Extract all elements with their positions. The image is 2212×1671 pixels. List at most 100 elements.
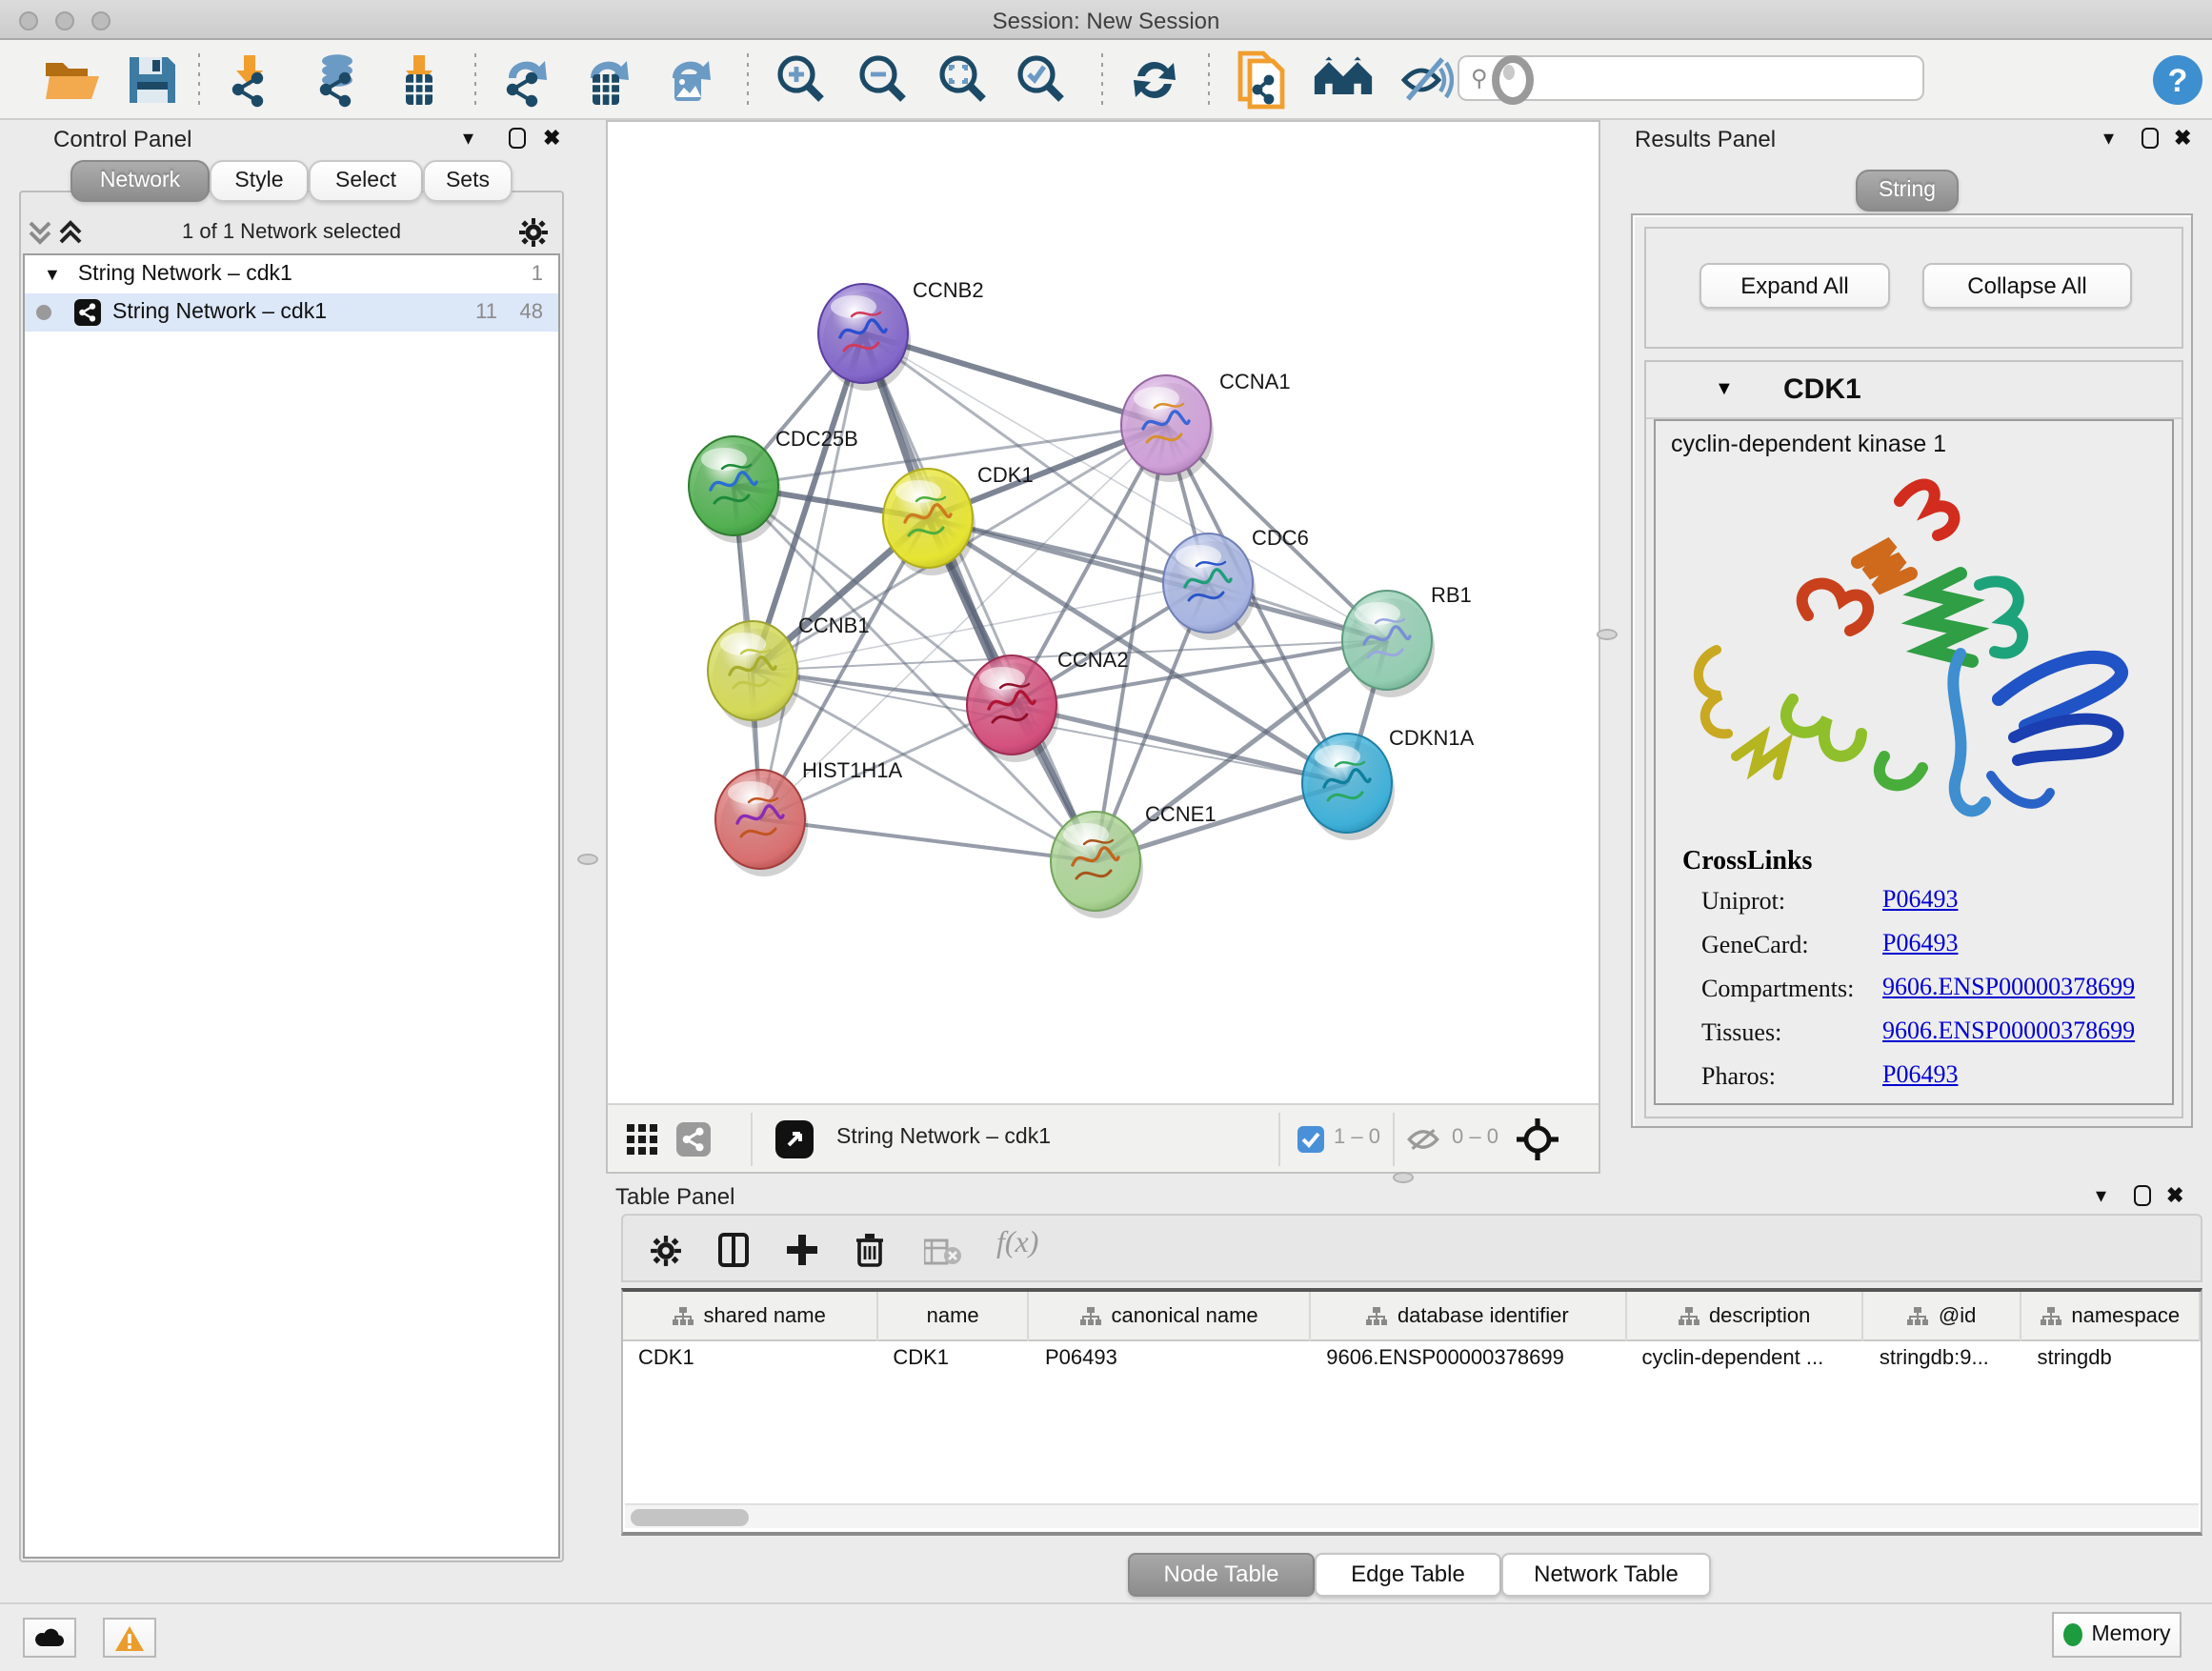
table-cell[interactable]: stringdb (2021, 1341, 2201, 1379)
selected-checkbox-icon[interactable] (1297, 1126, 1324, 1153)
separator (1393, 1113, 1395, 1166)
table-cell[interactable]: cyclin-dependent ... (1626, 1341, 1863, 1379)
export-network-icon[interactable] (492, 50, 553, 111)
refresh-icon[interactable] (1124, 50, 1185, 111)
network-view-mode-icon[interactable] (676, 1122, 711, 1157)
network-collection-row[interactable]: ▼ String Network – cdk1 1 (25, 255, 558, 293)
network-options-gear-icon[interactable] (518, 217, 549, 248)
node-table[interactable]: shared namename canonical name database id… (621, 1288, 2202, 1536)
tab-style[interactable]: Style (210, 160, 309, 202)
hide-graphics-details-icon[interactable] (1395, 50, 1456, 111)
control-panel-menu-icon[interactable]: ▾ (463, 126, 473, 151)
share-file-icon[interactable] (1229, 50, 1290, 111)
network-row[interactable]: String Network – cdk1 11 48 (25, 293, 558, 332)
collection-disclosure-icon[interactable]: ▼ (44, 265, 61, 284)
crosslink-link[interactable]: P06493 (1882, 884, 1958, 915)
memory-button[interactable]: Memory (2052, 1612, 2182, 1658)
column-header-database-identifier[interactable]: database identifier (1311, 1292, 1626, 1341)
column-header-canonical-name[interactable]: canonical name (1030, 1292, 1311, 1341)
tab-network[interactable]: Network (70, 160, 210, 202)
import-database-icon[interactable] (305, 50, 366, 111)
results-panel-close-icon[interactable]: ✖ (2174, 126, 2191, 151)
crosslink-link[interactable]: P06493 (1882, 1059, 1958, 1090)
tab-select[interactable]: Select (309, 160, 423, 202)
crosslink-label: Pharos: (1701, 1061, 1776, 1090)
node-RB1[interactable]: RB1 (1342, 583, 1472, 697)
results-panel-menu-icon[interactable]: ▾ (2103, 126, 2114, 151)
horizontal-scrollbar[interactable] (625, 1503, 2199, 1528)
protein-structure-image (1675, 467, 2151, 867)
tab-sets[interactable]: Sets (423, 160, 513, 202)
birdseye-view-icon[interactable] (775, 1120, 814, 1158)
collapse-all-button[interactable]: Collapse All (1922, 263, 2132, 309)
zoom-fit-icon[interactable] (932, 50, 993, 111)
gene-section-header[interactable]: ▼ CDK1 (1646, 362, 2182, 419)
network-canvas[interactable]: CCNB2 CCNA1 CDC25B CDK1 (608, 122, 1599, 1103)
help-icon[interactable]: ? (2147, 50, 2208, 111)
table-panel-menu-icon[interactable]: ▾ (2096, 1183, 2106, 1208)
tab-node-table[interactable]: Node Table (1128, 1553, 1315, 1597)
table-cell[interactable]: 9606.ENSP00000378699 (1311, 1341, 1626, 1379)
edge-CDK1-RB1[interactable] (928, 518, 1387, 640)
crosslink-link[interactable]: P06493 (1882, 928, 1958, 958)
edge-HIST1H1A-CCNE1[interactable] (760, 819, 1096, 861)
show-columns-icon[interactable] (718, 1233, 749, 1267)
fit-content-crosshair-icon[interactable] (1517, 1118, 1558, 1160)
right-splitter-handle[interactable] (1597, 629, 1618, 640)
export-image-icon[interactable] (655, 50, 716, 111)
expand-all-button[interactable]: Expand All (1699, 263, 1890, 309)
warnings-button[interactable] (103, 1618, 156, 1658)
scrollbar-thumb[interactable] (631, 1509, 749, 1526)
network-type-icon (74, 299, 101, 326)
left-splitter-handle[interactable] (577, 854, 598, 865)
column-header-shared-name[interactable]: shared name (623, 1292, 877, 1341)
table-cell[interactable]: CDK1 (623, 1341, 877, 1379)
table-panel-close-icon[interactable]: ✖ (2166, 1183, 2183, 1208)
node-HIST1H1A[interactable]: HIST1H1A (715, 758, 902, 876)
add-column-icon[interactable] (787, 1235, 817, 1265)
bottom-splitter-handle[interactable] (1393, 1172, 1414, 1183)
node-CDKN1A[interactable]: CDKN1A (1302, 726, 1475, 840)
import-network-icon[interactable] (217, 50, 278, 111)
table-cell[interactable]: stringdb:9... (1864, 1341, 2022, 1379)
control-panel-close-icon[interactable]: ✖ (543, 126, 560, 151)
column-label: canonical name (1112, 1305, 1258, 1328)
results-panel-float-icon[interactable] (2142, 128, 2159, 149)
tab-string[interactable]: String (1856, 170, 1959, 211)
cloud-button[interactable] (23, 1618, 76, 1658)
zoom-in-icon[interactable] (770, 50, 831, 111)
table-options-gear-icon[interactable] (650, 1235, 682, 1267)
search-input[interactable] (1488, 65, 1922, 91)
string-home-icon[interactable] (1313, 50, 1374, 111)
delete-column-trash-icon[interactable] (855, 1233, 884, 1267)
column-header-description[interactable]: description (1626, 1292, 1863, 1341)
node-CDK1[interactable]: CDK1 (883, 463, 1034, 575)
table-cell[interactable]: CDK1 (877, 1341, 1030, 1379)
results-panel-title: Results Panel (1635, 126, 1776, 152)
column-header-namespace[interactable]: namespace (2021, 1292, 2201, 1341)
node-CDC6[interactable]: CDC6 (1163, 526, 1309, 640)
column-header--id[interactable]: @id (1864, 1292, 2022, 1341)
zoom-selected-icon[interactable] (1010, 50, 1071, 111)
crosslink-link[interactable]: 9606.ENSP00000378699 (1882, 972, 2135, 1002)
table-panel-float-icon[interactable] (2134, 1185, 2151, 1206)
save-session-icon[interactable] (122, 50, 183, 111)
node-CCNB2[interactable]: CCNB2 (818, 278, 984, 391)
node-CCNE1[interactable]: CCNE1 (1051, 802, 1217, 918)
table-cell[interactable]: P06493 (1030, 1341, 1311, 1379)
grid-view-icon[interactable] (627, 1124, 657, 1155)
crosslink-link[interactable]: 9606.ENSP00000378699 (1882, 1016, 2135, 1046)
control-panel-float-icon[interactable] (509, 128, 526, 149)
show-graphics-details-icon[interactable] (1482, 50, 1543, 111)
export-table-icon[interactable] (573, 50, 634, 111)
table-row[interactable]: CDK1CDK1P064939606.ENSP00000378699cyclin… (623, 1341, 2201, 1379)
tab-network-table[interactable]: Network Table (1501, 1553, 1711, 1597)
zoom-out-icon[interactable] (852, 50, 913, 111)
open-session-icon[interactable] (42, 50, 103, 111)
edge-CCNA2-CDKN1A[interactable] (1012, 705, 1347, 783)
gene-disclosure-icon[interactable]: ▼ (1715, 379, 1734, 400)
import-table-icon[interactable] (387, 50, 448, 111)
column-header-name[interactable]: name (877, 1292, 1030, 1341)
tab-edge-table[interactable]: Edge Table (1315, 1553, 1501, 1597)
node-CCNA2[interactable]: CCNA2 (967, 648, 1129, 762)
